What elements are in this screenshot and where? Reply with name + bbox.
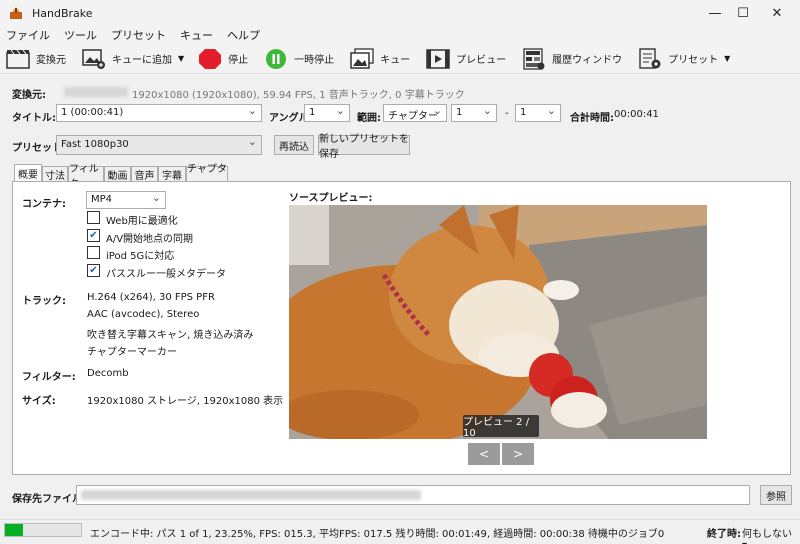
tab-filters[interactable]: フィルタ xyxy=(68,164,104,190)
source-label: 変換元 xyxy=(36,55,66,66)
queue-images-icon xyxy=(350,47,374,70)
size-value: 1920x1080 ストレージ, 1920x1080 表示 xyxy=(87,396,284,407)
filters-label: フィルター: xyxy=(22,372,76,383)
track-subtitle: 吹き替え字幕スキャン, 焼き込み済み xyxy=(87,330,254,341)
title-label: タイトル: xyxy=(12,113,56,124)
source-title-label: 変換元: xyxy=(12,90,46,101)
range-label: 範囲: xyxy=(357,113,381,124)
ipod-5g-label: iPod 5Gに対応 xyxy=(106,251,175,262)
menu-bar: ファイル ツール プリセット キュー ヘルプ xyxy=(0,26,800,44)
handbrake-icon xyxy=(8,5,24,21)
preview-counter: プレビュー 2 / 10 xyxy=(463,415,539,439)
container-select[interactable]: MP4 xyxy=(86,191,166,209)
size-label: サイズ: xyxy=(22,396,56,407)
preview-button[interactable]: プレビュー xyxy=(426,45,516,73)
window-title: HandBrake xyxy=(32,6,93,20)
close-button[interactable]: ✕ xyxy=(754,0,800,26)
source-preview-image: プレビュー 2 / 10 xyxy=(289,205,707,439)
pause-button[interactable]: 一時停止 xyxy=(264,45,344,73)
title-select[interactable]: 1 (00:00:41) xyxy=(56,104,262,122)
container-label: コンテナ: xyxy=(22,199,66,210)
preview-photo xyxy=(289,205,707,439)
menu-presets[interactable]: プリセット xyxy=(111,27,166,43)
web-optimized-label: Web用に最適化 xyxy=(106,216,178,227)
stop-button[interactable]: 停止 xyxy=(198,45,258,73)
menu-queue[interactable]: キュー xyxy=(180,27,213,43)
image-add-icon xyxy=(82,48,106,70)
track-video: H.264 (x264), 30 FPS PFR xyxy=(87,292,215,303)
stop-label: 停止 xyxy=(228,55,249,66)
save-path-redacted xyxy=(81,490,421,500)
encode-status-text: エンコード中: パス 1 of 1, 23.25%, FPS: 015.3, 平… xyxy=(90,529,665,540)
source-button[interactable]: 変換元 xyxy=(6,45,76,73)
toolbar: 変換元 キューに追加 ▼ 停止 一時停止 キュー プレビュー 履歴ウィンドウ プ… xyxy=(0,44,800,74)
encode-progress-fill xyxy=(5,524,23,536)
range-to-select[interactable]: 1 xyxy=(515,104,561,122)
pause-icon xyxy=(264,48,288,70)
browse-button[interactable]: 参照 xyxy=(760,485,792,505)
pause-label: 一時停止 xyxy=(294,55,335,66)
caret-down-icon[interactable]: ▼ xyxy=(178,54,184,63)
when-done-select[interactable]: 何もしない ▾ xyxy=(742,525,800,544)
menu-help[interactable]: ヘルプ xyxy=(227,27,260,43)
filters-value: Decomb xyxy=(87,368,129,379)
tracks-label: トラック: xyxy=(22,296,66,307)
angle-select[interactable]: 1 xyxy=(304,104,350,122)
source-preview-label: ソースプレビュー: xyxy=(289,193,373,204)
duration-label: 合計時間: xyxy=(570,113,614,124)
menu-file[interactable]: ファイル xyxy=(6,27,50,43)
add-queue-label: キューに追加 xyxy=(112,55,172,66)
tab-audio[interactable]: 音声 xyxy=(131,166,158,182)
save-path-input[interactable] xyxy=(76,485,750,505)
encode-progress-bar xyxy=(4,523,82,537)
tab-video[interactable]: 動画 xyxy=(104,166,131,182)
presets-button[interactable]: プリセット ▼ xyxy=(638,45,738,73)
track-audio: AAC (avcodec), Stereo xyxy=(87,309,200,320)
av-align-checkbox[interactable]: ✔ xyxy=(87,229,100,242)
web-optimized-checkbox[interactable] xyxy=(87,211,100,224)
tab-chapters[interactable]: チャプター xyxy=(186,164,228,190)
add-queue-button[interactable]: キューに追加 ▼ xyxy=(82,45,192,73)
ipod-5g-checkbox[interactable] xyxy=(87,246,100,259)
caret-down-icon[interactable]: ▼ xyxy=(724,54,730,63)
when-done-label: 終了時: xyxy=(707,529,741,540)
passthru-metadata-label: パススルー一般メタデータ xyxy=(106,269,226,280)
film-clapper-icon xyxy=(6,48,30,70)
tab-summary[interactable]: 概要 xyxy=(14,164,42,182)
source-name-redacted xyxy=(64,87,128,97)
tab-dimensions[interactable]: 寸法 xyxy=(42,166,68,182)
range-from-select[interactable]: 1 xyxy=(451,104,497,122)
tab-subtitles[interactable]: 字幕 xyxy=(158,166,186,182)
film-play-icon xyxy=(426,48,450,70)
av-align-label: A/V開始地点の同期 xyxy=(106,234,194,245)
preset-dropdown[interactable]: Fast 1080p30 xyxy=(56,135,262,155)
queue-label: キュー xyxy=(380,55,411,66)
duration-value: 00:00:41 xyxy=(614,109,659,120)
activity-window-button[interactable]: 履歴ウィンドウ xyxy=(522,45,632,73)
reload-button[interactable]: 再読込 xyxy=(274,135,314,155)
range-dash: - xyxy=(505,108,509,119)
preview-prev-button[interactable]: < xyxy=(468,443,500,465)
save-new-preset-button[interactable]: 新しいプリセットを保存 xyxy=(318,134,410,160)
passthru-metadata-checkbox[interactable]: ✔ xyxy=(87,264,100,277)
queue-button[interactable]: キュー xyxy=(350,45,420,73)
source-info: 1920x1080 (1920x1080), 59.94 FPS, 1 音声トラ… xyxy=(132,90,465,101)
range-type-select[interactable]: チャプター xyxy=(383,104,447,122)
save-as-label: 保存先ファイル: xyxy=(12,494,86,505)
activity-log-icon xyxy=(522,47,546,70)
stop-icon xyxy=(198,48,222,70)
activity-window-label: 履歴ウィンドウ xyxy=(552,55,623,66)
track-chapters: チャプターマーカー xyxy=(87,347,177,358)
preview-label: プレビュー xyxy=(456,55,507,66)
preset-gear-icon xyxy=(638,47,662,70)
title-bar: HandBrake — ☐ ✕ xyxy=(0,0,800,26)
presets-label: プリセット xyxy=(668,55,719,66)
menu-tools[interactable]: ツール xyxy=(64,27,97,43)
preview-next-button[interactable]: > xyxy=(502,443,534,465)
